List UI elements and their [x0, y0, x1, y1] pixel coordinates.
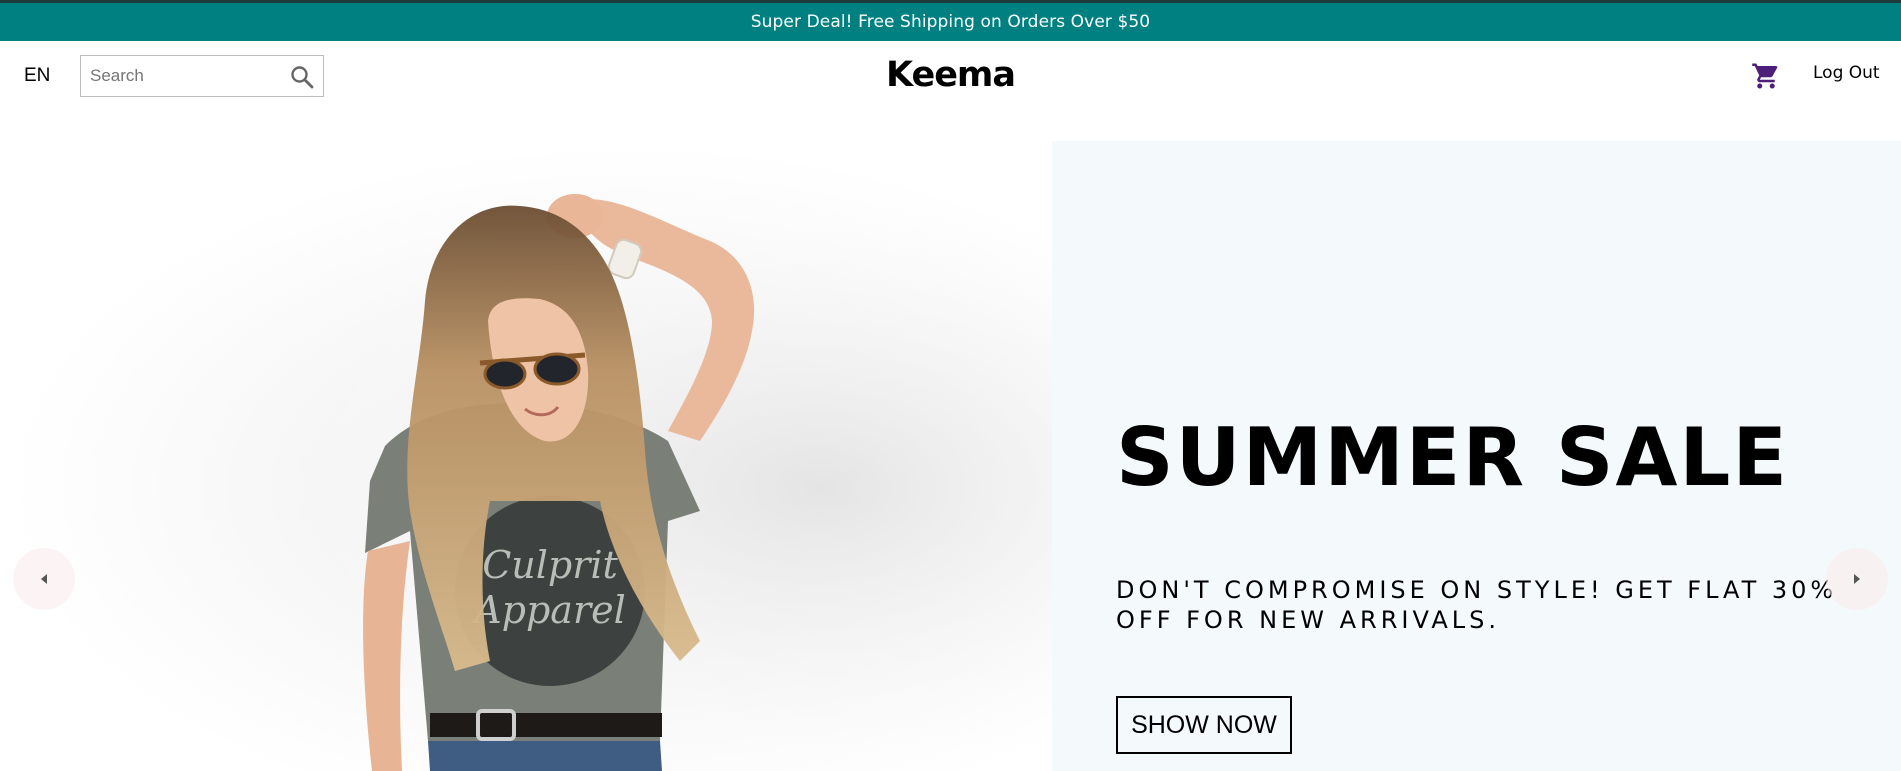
show-now-button[interactable]: SHOW NOW: [1116, 696, 1292, 754]
search-bar: [80, 55, 324, 97]
search-button[interactable]: [289, 64, 315, 90]
announcement-text: Super Deal! Free Shipping on Orders Over…: [750, 12, 1151, 32]
model-photo: Culprit Apparel: [0, 141, 1052, 771]
caret-right-icon: [1854, 574, 1860, 584]
language-selector[interactable]: EN: [24, 65, 50, 87]
search-icon: [291, 66, 314, 89]
site-header: EN Keema Log Out: [0, 41, 1901, 141]
announcement-bar: Super Deal! Free Shipping on Orders Over…: [0, 3, 1901, 41]
cart-button[interactable]: [1751, 61, 1781, 91]
carousel-prev-button[interactable]: [13, 548, 75, 610]
search-input[interactable]: [88, 56, 282, 96]
hero-title: SUMMER SALE: [1116, 411, 1790, 504]
caret-left-icon: [41, 574, 47, 584]
logout-link[interactable]: Log Out: [1813, 63, 1880, 83]
hero-image: Culprit Apparel: [0, 141, 1052, 771]
hero-subtitle: DON'T COMPROMISE ON STYLE! GET FLAT 30% …: [1116, 576, 1838, 634]
site-logo[interactable]: Keema: [886, 55, 1016, 95]
shirt-graphic-line2: Apparel: [471, 588, 626, 632]
cart-icon: [1752, 63, 1778, 89]
hero-carousel: Culprit Apparel SUMMER SALE DON'T COMPRO…: [0, 141, 1901, 771]
shirt-graphic-line1: Culprit: [482, 543, 618, 587]
hero-text-panel: SUMMER SALE DON'T COMPROMISE ON STYLE! G…: [1052, 141, 1901, 771]
carousel-next-button[interactable]: [1826, 548, 1888, 610]
